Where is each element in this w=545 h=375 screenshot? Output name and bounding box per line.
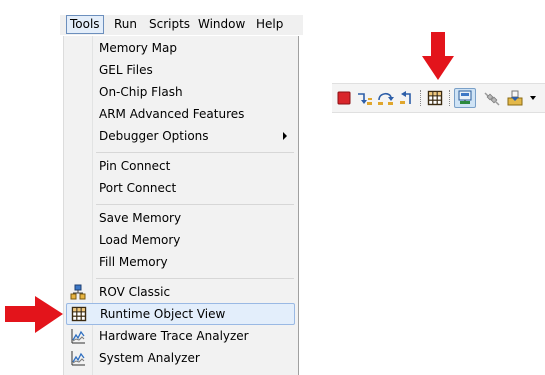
menu-separator xyxy=(96,204,294,205)
load-program-button[interactable] xyxy=(506,89,524,107)
menu-run[interactable]: Run xyxy=(114,16,137,33)
menu-item-label: Hardware Trace Analyzer xyxy=(99,329,249,343)
menu-item-fill-memory[interactable]: Fill Memory xyxy=(64,251,297,273)
load-program-dropdown-icon[interactable] xyxy=(530,96,536,100)
terminate-button[interactable] xyxy=(335,89,353,107)
menu-item-system-analyzer[interactable]: System Analyzer xyxy=(64,347,297,369)
menu-item-runtime-object-view[interactable]: Runtime Object View xyxy=(66,303,295,325)
menu-item-arm-advanced-features[interactable]: ARM Advanced Features xyxy=(64,103,297,125)
menu-item-label: Save Memory xyxy=(99,211,182,225)
menu-separator xyxy=(96,152,294,153)
menu-window[interactable]: Window xyxy=(198,16,245,33)
menu-help[interactable]: Help xyxy=(256,16,283,33)
menu-scripts[interactable]: Scripts xyxy=(149,16,190,33)
menu-item-debugger-options[interactable]: Debugger Options xyxy=(64,125,297,147)
menu-item-on-chip-flash[interactable]: On-Chip Flash xyxy=(64,81,297,103)
menu-item-label: Port Connect xyxy=(99,181,177,195)
menu-bar: Tools Run Scripts Window Help xyxy=(60,15,303,35)
tools-menu: Memory Map GEL Files On-Chip Flash ARM A… xyxy=(63,36,299,375)
menu-item-label: On-Chip Flash xyxy=(99,85,183,99)
debug-toolbar xyxy=(332,83,545,113)
rov-classic-icon xyxy=(70,284,86,300)
menu-item-hardware-trace-analyzer[interactable]: Hardware Trace Analyzer xyxy=(64,325,297,347)
menu-item-gel-files[interactable]: GEL Files xyxy=(64,59,297,81)
submenu-arrow-icon xyxy=(283,132,287,140)
menu-item-save-memory[interactable]: Save Memory xyxy=(64,207,297,229)
step-into-icon xyxy=(358,93,372,105)
connected-target-icon xyxy=(458,90,472,104)
menu-item-label: System Analyzer xyxy=(99,351,200,365)
menu-item-label: Pin Connect xyxy=(99,159,171,173)
step-return-icon xyxy=(400,91,411,104)
menu-item-load-memory[interactable]: Load Memory xyxy=(64,229,297,251)
red-arrow-down-icon xyxy=(422,32,454,80)
menu-item-label: Debugger Options xyxy=(99,129,209,143)
menu-separator xyxy=(96,278,294,279)
runtime-object-view-button[interactable] xyxy=(426,89,444,107)
menu-item-label: ARM Advanced Features xyxy=(99,107,245,121)
menu-item-pin-connect[interactable]: Pin Connect xyxy=(64,155,297,177)
menu-item-label: Memory Map xyxy=(99,41,177,55)
toolbar-separator xyxy=(449,90,451,106)
grid-table-icon xyxy=(71,306,87,322)
red-arrow-right-icon xyxy=(5,296,63,333)
connect-target-button[interactable] xyxy=(454,88,476,108)
menu-item-memory-map[interactable]: Memory Map xyxy=(64,37,297,59)
step-return-button[interactable] xyxy=(398,89,416,107)
menu-item-label: GEL Files xyxy=(99,63,153,77)
menu-item-label: Fill Memory xyxy=(99,255,168,269)
menu-item-rov-classic[interactable]: ROV Classic xyxy=(64,281,297,303)
toolbar-separator xyxy=(420,90,422,106)
runtime-object-view-icon xyxy=(427,90,443,106)
terminate-icon xyxy=(337,91,351,105)
step-into-button[interactable] xyxy=(356,89,374,107)
menu-item-label: Load Memory xyxy=(99,233,181,247)
load-program-icon xyxy=(507,90,523,106)
step-over-button[interactable] xyxy=(377,89,395,107)
trace-chart-icon xyxy=(71,329,85,344)
menu-item-label: Runtime Object View xyxy=(100,307,226,321)
step-over-icon xyxy=(378,92,394,105)
menu-tools[interactable]: Tools xyxy=(66,15,104,34)
menu-item-label: ROV Classic xyxy=(99,285,171,299)
trace-chart-icon xyxy=(71,351,85,366)
disconnect-icon xyxy=(484,92,500,106)
disconnect-button[interactable] xyxy=(483,89,501,107)
menu-item-port-connect[interactable]: Port Connect xyxy=(64,177,297,199)
